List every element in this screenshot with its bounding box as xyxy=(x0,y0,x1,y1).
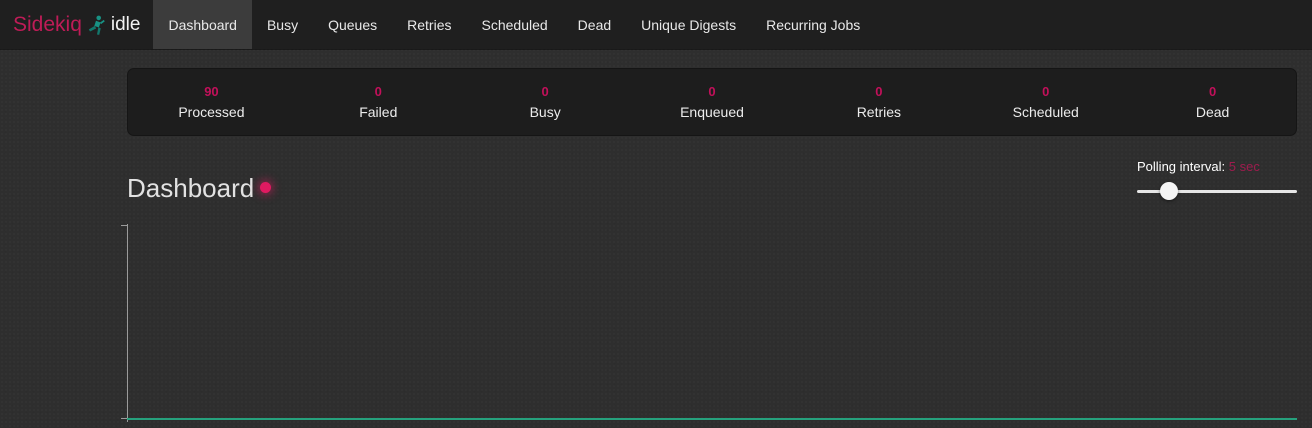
stat-failed[interactable]: 0 Failed xyxy=(295,85,462,119)
stat-dead[interactable]: 0 Dead xyxy=(1129,85,1296,119)
brand-name: Sidekiq xyxy=(13,14,82,35)
live-beacon-indicator xyxy=(260,182,271,193)
page-title: Dashboard xyxy=(127,173,254,203)
stat-value: 0 xyxy=(375,85,382,98)
graph-zero-data-line xyxy=(127,418,1297,420)
stat-value: 0 xyxy=(1042,85,1049,98)
nav-item-dead[interactable]: Dead xyxy=(563,0,626,49)
stat-value: 0 xyxy=(708,85,715,98)
stat-value: 90 xyxy=(204,85,218,98)
page-header: Dashboard Polling interval: 5 sec xyxy=(127,173,1297,205)
graph-y-axis xyxy=(127,224,128,422)
polling-slider[interactable] xyxy=(1137,182,1297,200)
polling-interval-label: Polling interval: xyxy=(1137,159,1225,174)
nav-item-busy[interactable]: Busy xyxy=(252,0,313,49)
stat-retries[interactable]: 0 Retries xyxy=(795,85,962,119)
dashboard-realtime-graph xyxy=(127,224,1297,428)
nav-list: Dashboard Busy Queues Retries Scheduled … xyxy=(153,0,875,49)
sidekiq-logo-icon xyxy=(88,15,105,36)
nav-item-retries[interactable]: Retries xyxy=(392,0,466,49)
stat-enqueued[interactable]: 0 Enqueued xyxy=(629,85,796,119)
polling-interval-value: 5 sec xyxy=(1229,159,1260,174)
stat-busy[interactable]: 0 Busy xyxy=(462,85,629,119)
stat-scheduled[interactable]: 0 Scheduled xyxy=(962,85,1129,119)
stat-value: 0 xyxy=(875,85,882,98)
stats-summary-bar: 90 Processed 0 Failed 0 Busy 0 Enqueued … xyxy=(127,68,1297,136)
polling-interval-text: Polling interval: 5 sec xyxy=(1137,159,1297,174)
status-text: idle xyxy=(111,15,141,34)
stat-value: 0 xyxy=(542,85,549,98)
brand-link[interactable]: Sidekiq idle xyxy=(0,0,148,49)
nav-item-recurring-jobs[interactable]: Recurring Jobs xyxy=(751,0,875,49)
stat-label: Retries xyxy=(857,105,901,119)
graph-y-axis-top-tick xyxy=(121,225,127,226)
stat-label: Enqueued xyxy=(680,105,744,119)
slider-thumb[interactable] xyxy=(1160,182,1178,200)
stat-label: Processed xyxy=(178,105,244,119)
stat-label: Dead xyxy=(1196,105,1229,119)
stat-label: Busy xyxy=(530,105,561,119)
polling-interval-control: Polling interval: 5 sec xyxy=(1137,159,1297,200)
main-content: 90 Processed 0 Failed 0 Busy 0 Enqueued … xyxy=(127,68,1297,428)
nav-item-unique-digests[interactable]: Unique Digests xyxy=(626,0,751,49)
navbar: Sidekiq idle Dashboard Busy Queues Retri… xyxy=(0,0,1312,49)
nav-item-queues[interactable]: Queues xyxy=(313,0,392,49)
stat-label: Scheduled xyxy=(1013,105,1079,119)
nav-item-scheduled[interactable]: Scheduled xyxy=(467,0,563,49)
stat-value: 0 xyxy=(1209,85,1216,98)
stat-processed[interactable]: 90 Processed xyxy=(128,85,295,119)
nav-item-dashboard[interactable]: Dashboard xyxy=(153,0,252,49)
stat-label: Failed xyxy=(359,105,397,119)
